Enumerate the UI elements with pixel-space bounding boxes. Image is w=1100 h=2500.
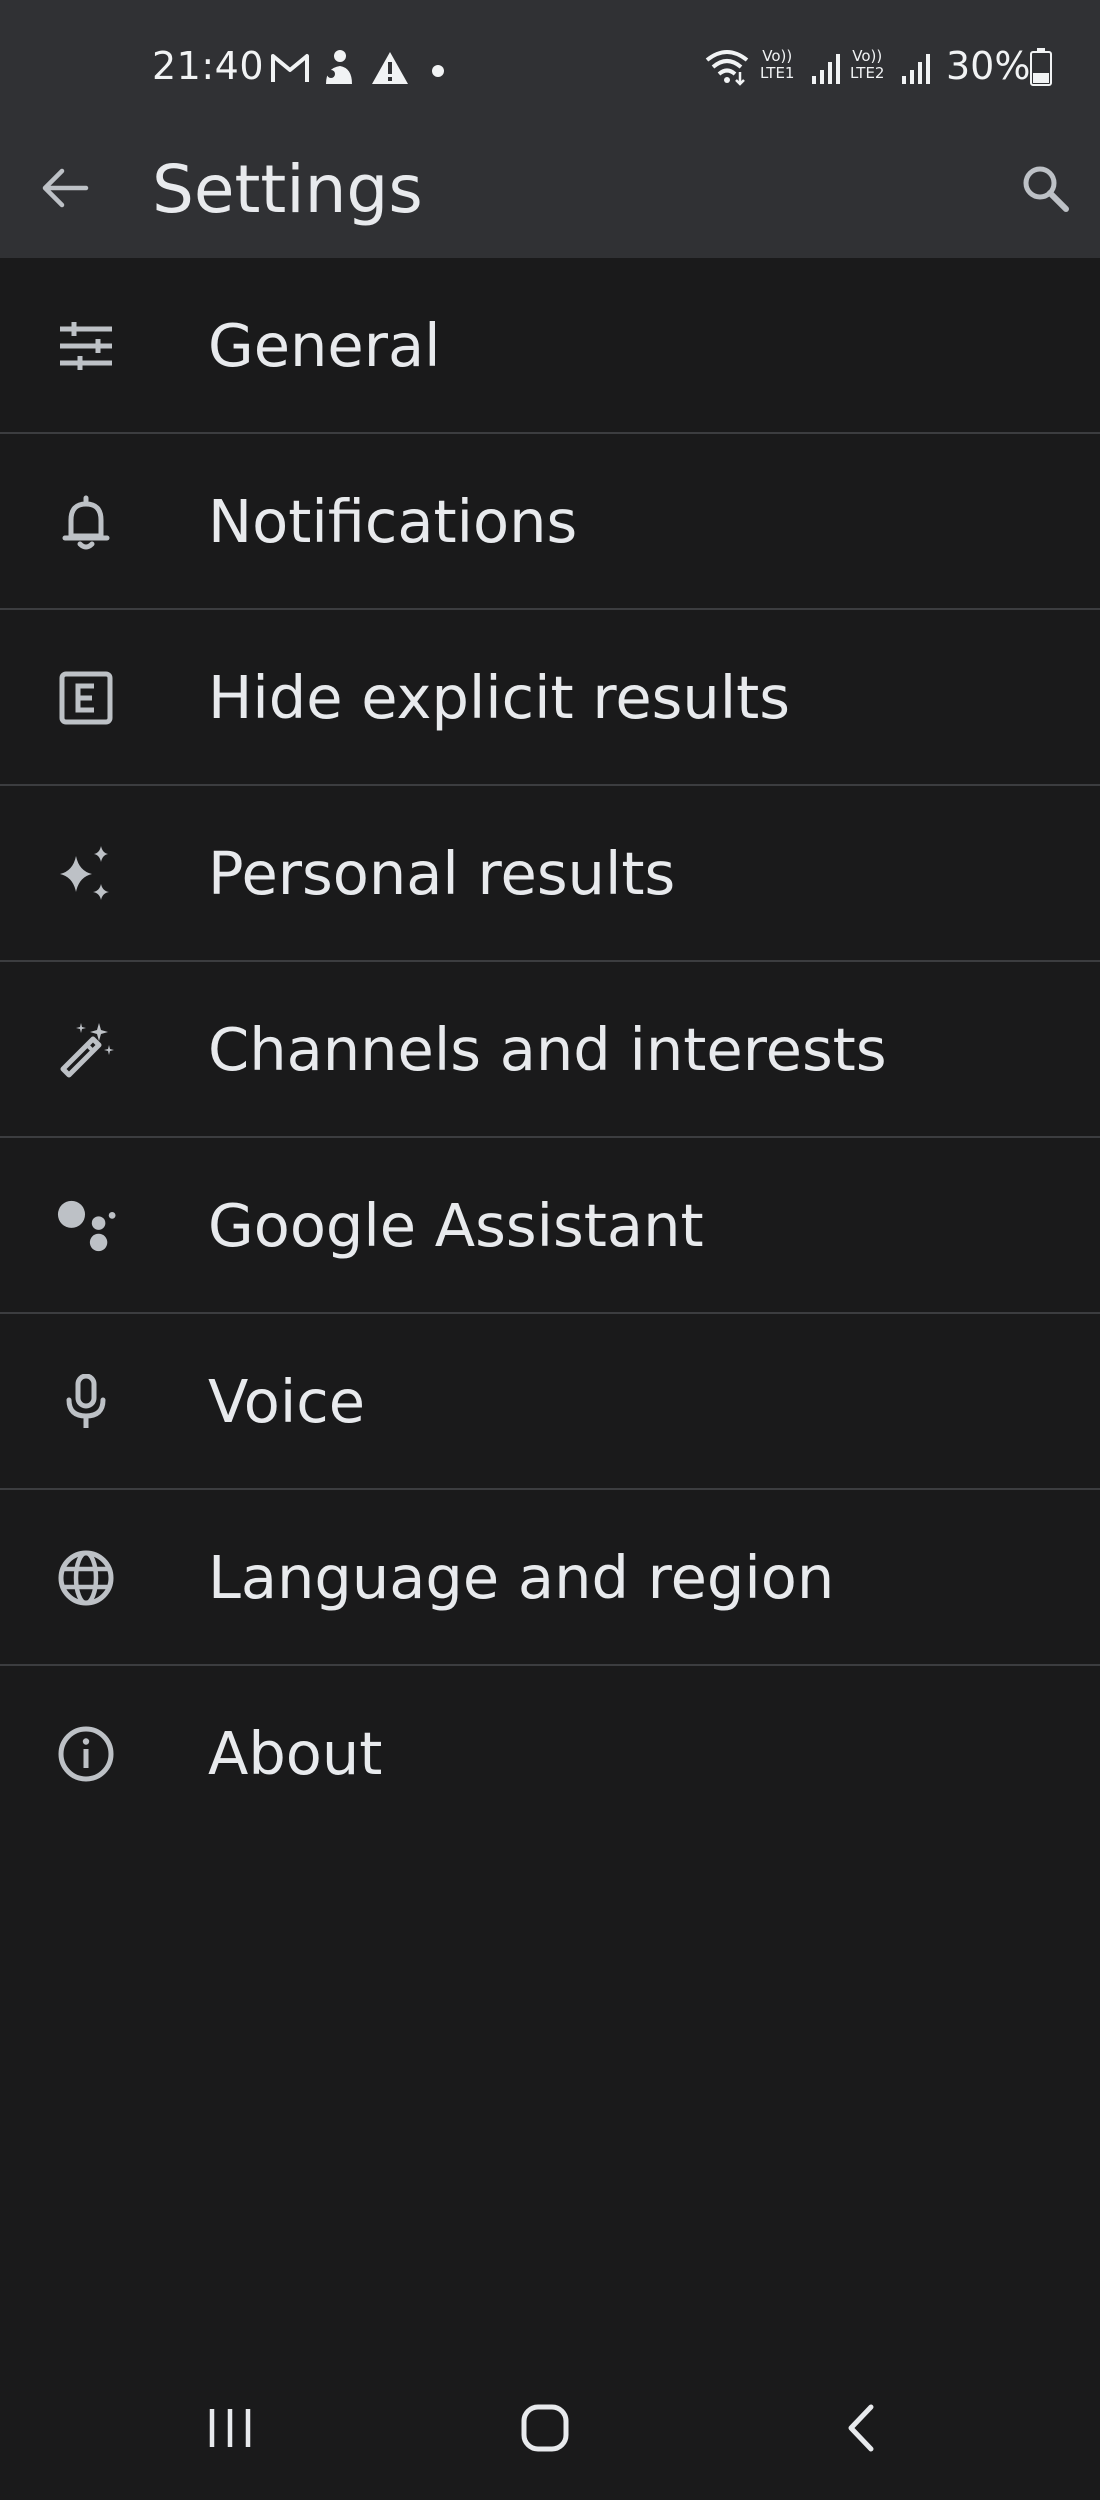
microphone-icon [56,1372,116,1432]
recents-button[interactable] [180,2380,280,2480]
settings-list: General Notifications Hide explicit resu… [0,258,1100,1842]
app-bar: Settings [0,135,1100,258]
back-icon [843,2403,877,2457]
settings-item-voice[interactable]: Voice [0,1314,1100,1490]
settings-item-label: Hide explicit results [208,663,791,732]
settings-item-notifications[interactable]: Notifications [0,434,1100,610]
page-title: Settings [152,151,423,228]
status-bar: 21:40 Vo)) LTE1 Vo)) LTE2 30% [0,0,1100,135]
settings-item-hide-explicit[interactable]: Hide explicit results [0,610,1100,786]
sim2-label: Vo)) LTE2 [850,48,884,82]
settings-item-about[interactable]: About [0,1666,1100,1842]
navigation-bar [0,2360,1100,2500]
settings-item-label: Channels and interests [208,1015,887,1084]
signal-icon-2 [900,52,930,88]
status-time: 21:40 [152,44,265,88]
settings-item-personal-results[interactable]: Personal results [0,786,1100,962]
settings-item-general[interactable]: General [0,258,1100,434]
settings-item-label: About [208,1719,383,1788]
settings-item-label: General [208,311,441,380]
header: 21:40 Vo)) LTE1 Vo)) LTE2 30% Settings [0,0,1100,258]
globe-icon [56,1548,116,1608]
sim1-volte: Vo)) [762,47,793,65]
settings-item-channels-interests[interactable]: Channels and interests [0,962,1100,1138]
arrow-back-icon [40,166,90,214]
back-nav-button[interactable] [810,2380,910,2480]
explicit-icon [56,668,116,728]
battery-percent: 30% [946,44,1031,88]
home-icon [520,2403,570,2457]
settings-item-label: Voice [208,1367,366,1436]
magic-wand-icon [56,1020,116,1080]
settings-item-label: Language and region [208,1543,835,1612]
gmail-icon [270,52,310,88]
wifi-icon [704,48,750,90]
signal-icon [810,52,840,88]
app-notification-icon [322,48,356,90]
settings-item-google-assistant[interactable]: Google Assistant [0,1138,1100,1314]
warning-icon [370,50,410,90]
settings-item-label: Personal results [208,839,676,908]
dot-icon [432,62,444,81]
bell-icon [56,492,116,552]
settings-item-label: Notifications [208,487,578,556]
back-button[interactable] [30,155,100,225]
sparkle-icon [56,844,116,904]
assistant-icon [56,1196,116,1256]
search-icon [1020,163,1070,217]
sim1-lte: LTE1 [760,64,795,82]
info-icon [56,1724,116,1784]
search-button[interactable] [1010,155,1080,225]
recents-icon [207,2407,253,2453]
sim2-lte: LTE2 [850,64,885,82]
sim2-volte: Vo)) [852,47,883,65]
tune-icon [56,316,116,376]
settings-item-language-region[interactable]: Language and region [0,1490,1100,1666]
battery-icon [1030,48,1052,90]
sim1-label: Vo)) LTE1 [760,48,794,82]
settings-item-label: Google Assistant [208,1191,704,1260]
home-button[interactable] [495,2380,595,2480]
